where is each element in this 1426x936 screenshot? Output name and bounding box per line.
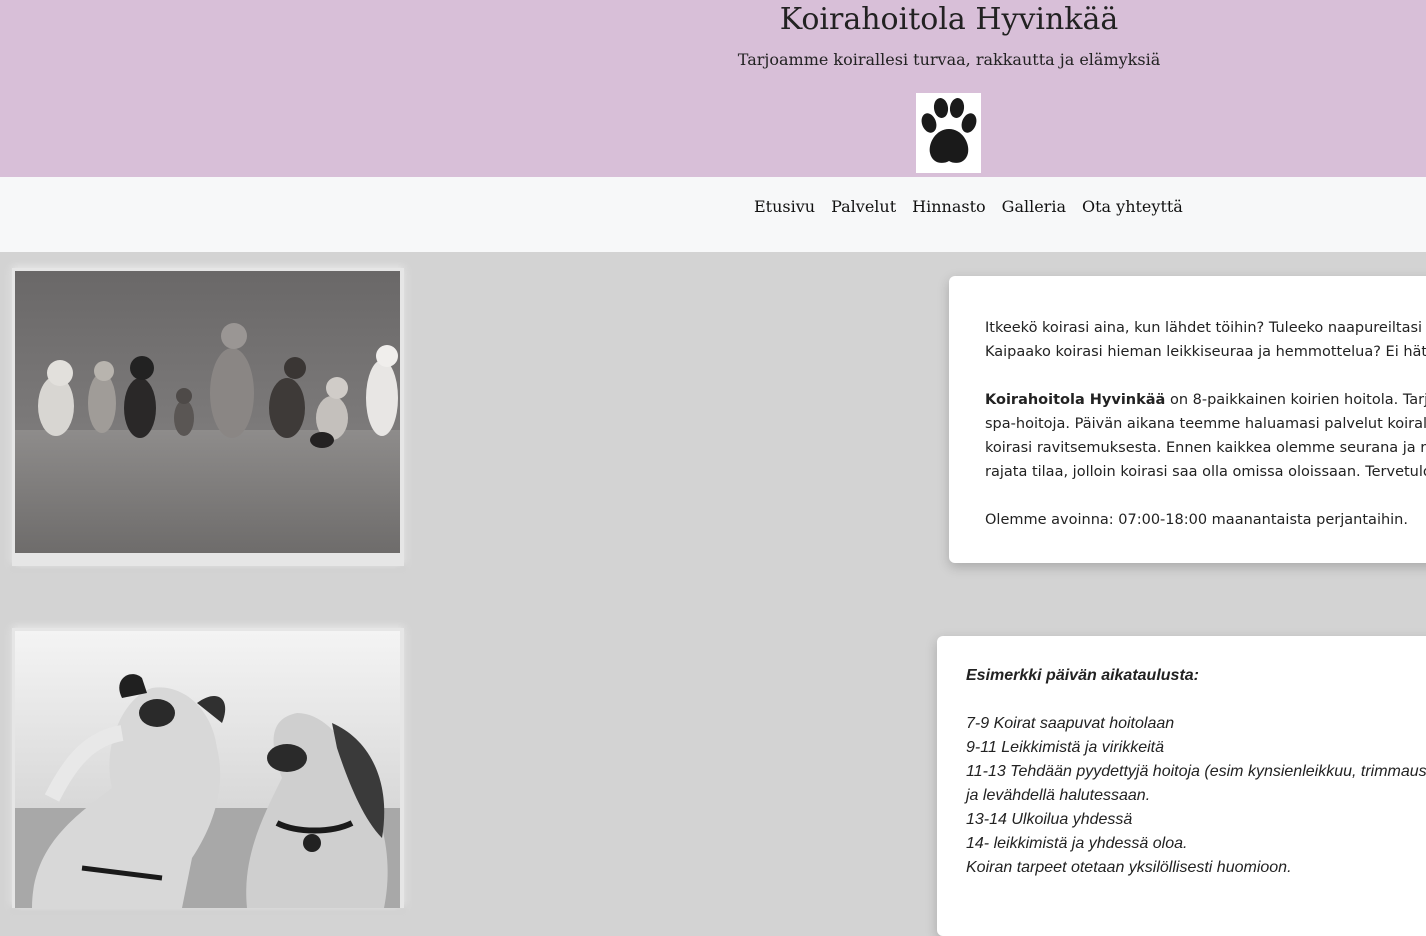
site-tagline: Tarjoamme koirallesi turvaa, rakkautta j… bbox=[737, 50, 1161, 69]
schedule-item: 7-9 Koirat saapuvat hoitolaan bbox=[966, 715, 1175, 732]
intro-paragraph-line: Kaipaako koirasi hieman leikkiseuraa ja … bbox=[985, 344, 1426, 360]
nav-item-palvelut[interactable]: Palvelut bbox=[823, 195, 904, 219]
main-navbar: Etusivu Palvelut Hinnasto Galleria Ota y… bbox=[0, 177, 1426, 252]
schedule-card: Esimerkki päivän aikataulusta: 7-9 Koira… bbox=[937, 636, 1426, 936]
two-dogs-looking-up-photo bbox=[12, 628, 404, 908]
group-of-dogs-photo bbox=[12, 268, 404, 566]
paw-print-icon bbox=[916, 93, 981, 173]
schedule-item: 9-11 Leikkimistä ja virikkeitä bbox=[966, 739, 1164, 756]
opening-hours: Olemme avoinna: 07:00-18:00 maanantaista… bbox=[985, 512, 1408, 528]
site-title: Koirahoitola Hyvinkää bbox=[779, 2, 1119, 37]
nav-item-hinnasto[interactable]: Hinnasto bbox=[904, 195, 994, 219]
intro-text: on 8-paikkainen koirien hoitola. Tarjoa bbox=[1165, 392, 1426, 408]
site-header: Koirahoitola Hyvinkää Tarjoamme koiralle… bbox=[0, 0, 1426, 177]
nav-item-ota-yhteytta[interactable]: Ota yhteyttä bbox=[1074, 195, 1191, 219]
schedule-item: 14- leikkimistä ja yhdessä oloa. bbox=[966, 835, 1188, 852]
intro-paragraph-line: koirasi ravitsemuksesta. Ennen kaikkea o… bbox=[985, 440, 1426, 456]
intro-paragraph-line: rajata tilaa, jolloin koirasi saa olla o… bbox=[985, 464, 1426, 480]
schedule-heading: Esimerkki päivän aikataulusta: bbox=[966, 667, 1199, 684]
intro-paragraph-line: Koirahoitola Hyvinkää on 8-paikkainen ko… bbox=[985, 388, 1426, 412]
schedule-item: 11-13 Tehdään pyydettyjä hoitoja (esim k… bbox=[966, 763, 1426, 780]
nav-links: Etusivu Palvelut Hinnasto Galleria Ota y… bbox=[746, 195, 1191, 219]
intro-paragraph-line: spa-hoitoja. Päivän aikana teemme haluam… bbox=[985, 416, 1426, 432]
schedule-item: 13-14 Ulkoilua yhdessä bbox=[966, 811, 1133, 828]
business-name: Koirahoitola Hyvinkää bbox=[985, 392, 1166, 408]
schedule-item: ja levähdellä halutessaan. bbox=[966, 787, 1151, 804]
intro-card: Itkeekö koirasi aina, kun lähdet töihin?… bbox=[949, 276, 1426, 563]
nav-item-galleria[interactable]: Galleria bbox=[994, 195, 1074, 219]
intro-paragraph-line: Itkeekö koirasi aina, kun lähdet töihin?… bbox=[985, 320, 1426, 336]
nav-item-etusivu[interactable]: Etusivu bbox=[746, 195, 823, 219]
schedule-item: Koiran tarpeet otetaan yksilöllisesti hu… bbox=[966, 859, 1292, 876]
